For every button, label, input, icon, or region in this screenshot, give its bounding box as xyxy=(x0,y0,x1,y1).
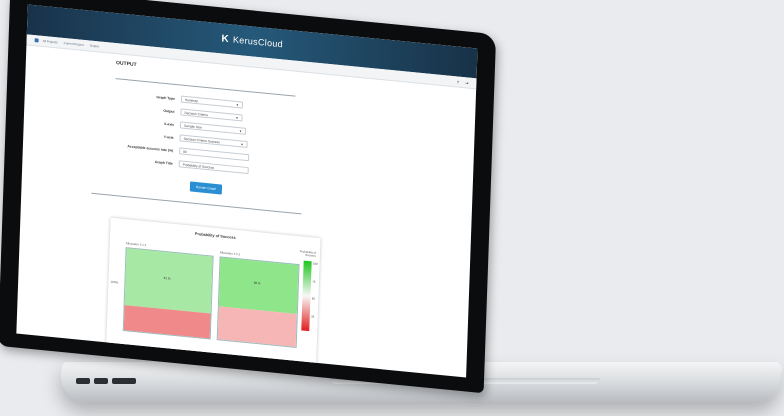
caret-down-icon: ▼ xyxy=(235,115,239,120)
x-axis-label: X-axis xyxy=(164,121,175,127)
screen: K KerusCloud All Projects Current Projec… xyxy=(16,4,478,378)
caret-down-icon: ▼ xyxy=(240,141,244,147)
render-graph-button[interactable]: Render Graph xyxy=(189,181,223,195)
breadcrumb-output[interactable]: Output xyxy=(90,44,99,49)
acceptable-rate-input[interactable]: 80 xyxy=(179,147,250,162)
graph-title-label: Graph Title xyxy=(154,159,173,166)
port-usb-1 xyxy=(76,378,90,384)
legend-ticks: 100 75 50 25 xyxy=(311,261,318,331)
legend-title: Probability of Success xyxy=(299,249,317,258)
laptop-lid: K KerusCloud All Projects Current Projec… xyxy=(0,0,497,394)
heatmap-grid: 81 % xyxy=(122,247,214,340)
legend-tick: 100 xyxy=(312,261,318,266)
panel-label: Allocation 1:1:1 xyxy=(125,241,147,248)
breadcrumb-all-projects[interactable]: All Projects xyxy=(43,39,58,44)
heatmap-grid: 86 % xyxy=(216,256,300,348)
legend-tick: 75 xyxy=(312,278,316,284)
graph-title-input[interactable]: Probability of Success xyxy=(178,160,249,175)
acceptable-rate-label: Acceptable success rate (%) xyxy=(127,143,174,153)
heatmap-cell-success[interactable] xyxy=(124,248,213,314)
output-label: Output xyxy=(163,108,175,114)
laptop-ports xyxy=(76,378,136,384)
stage: K KerusCloud All Projects Current Projec… xyxy=(0,0,784,416)
port-hdmi xyxy=(112,378,136,384)
help-icon[interactable]: ? xyxy=(457,79,459,84)
heatmap-cell-success[interactable] xyxy=(218,257,299,315)
panel-label: Allocation 1:2:1 xyxy=(219,250,241,257)
graph-type-label: Graph Type xyxy=(156,94,176,101)
breadcrumb-current-project[interactable]: Current Project xyxy=(64,41,84,47)
brand-logo-icon: K xyxy=(221,32,230,45)
heatmap-chart: Probability of Success 100% Allocation 1… xyxy=(105,217,321,378)
x-axis-value: Sample Size xyxy=(184,123,203,130)
heatmap-panel-right: Allocation 1:2:1 86 % xyxy=(216,250,300,348)
cell-value: 81 % xyxy=(163,275,171,281)
y-axis-label: Y-axis xyxy=(163,134,174,140)
graph-type-value: Heatmap xyxy=(184,97,198,103)
output-select[interactable]: Decision Criteria ▼ xyxy=(180,108,243,122)
cell-value: 86 % xyxy=(253,280,261,286)
y-tick-label: 100% xyxy=(110,279,119,285)
heatmap-panel-left: Allocation 1:1:1 81 % xyxy=(122,241,214,340)
y-axis-select[interactable]: Decision Criteria Success ▼ xyxy=(179,134,248,149)
output-value: Decision Criteria xyxy=(184,110,208,117)
port-usb-2 xyxy=(94,378,108,384)
legend-tick: 25 xyxy=(311,313,315,319)
caret-down-icon: ▼ xyxy=(235,102,240,107)
y-axis-value: Decision Criteria Success xyxy=(183,136,221,144)
legend-tick: 50 xyxy=(311,296,315,301)
home-icon[interactable] xyxy=(34,38,39,43)
brand-name[interactable]: KerusCloud xyxy=(233,35,283,50)
export-icon[interactable]: ⇥ xyxy=(465,80,469,85)
heatmap-cell-fail[interactable] xyxy=(217,306,297,347)
graph-type-select[interactable]: Heatmap ▼ xyxy=(180,95,244,109)
caret-down-icon: ▼ xyxy=(238,128,243,133)
x-axis-select[interactable]: Sample Size ▼ xyxy=(179,121,247,135)
